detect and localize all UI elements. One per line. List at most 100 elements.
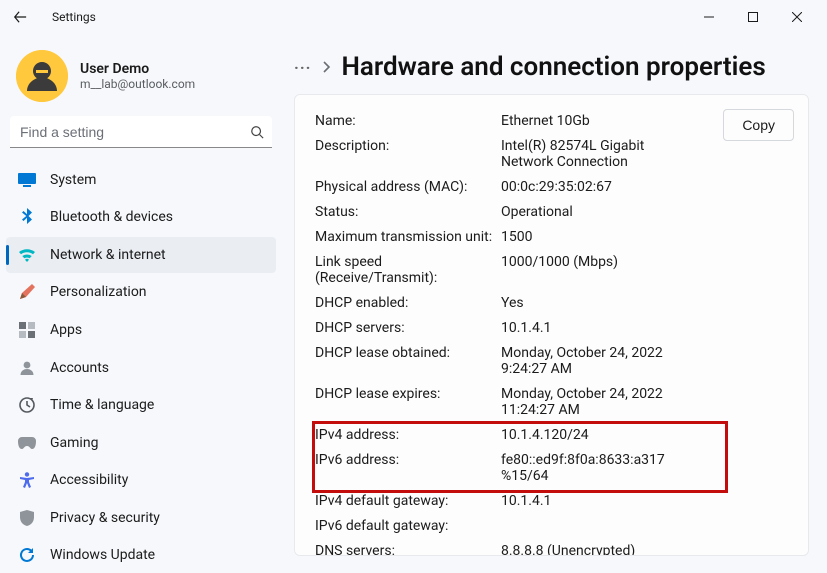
property-row: IPv4 default gateway:10.1.4.1 [315, 489, 723, 514]
nav-list: System Bluetooth & devices Network & inter… [6, 162, 276, 573]
privacy-icon [18, 509, 36, 527]
property-row: IPv6 address:fe80::ed9f:8f0a:8633:a317%1… [315, 448, 723, 489]
property-row: DNS servers:8.8.8.8 (Unencrypted) 8.8.4.… [315, 539, 723, 556]
property-label: DNS servers: [315, 543, 501, 556]
main-panel: ··· Hardware and connection properties N… [282, 34, 827, 573]
apps-icon [18, 321, 36, 339]
sidebar-item-label: Network & internet [50, 247, 166, 263]
property-label: Name: [315, 113, 501, 129]
property-value: Ethernet 10Gb [501, 113, 671, 129]
property-label: DHCP servers: [315, 320, 501, 336]
property-value [501, 518, 671, 534]
titlebar: Settings [0, 0, 827, 34]
minimize-icon [704, 12, 714, 22]
properties-card: Name:Ethernet 10GbDescription:Intel(R) 8… [294, 94, 809, 556]
property-row: IPv6 default gateway: [315, 514, 723, 539]
search-input[interactable] [10, 116, 272, 148]
sidebar-item-label: Privacy & security [50, 510, 160, 526]
sidebar-item-bluetooth[interactable]: Bluetooth & devices [6, 200, 276, 236]
property-value: Intel(R) 82574L Gigabit Network Connecti… [501, 138, 671, 170]
maximize-button[interactable] [731, 2, 775, 32]
network-icon [18, 246, 36, 264]
property-label: IPv6 address: [315, 452, 501, 484]
property-value: 1000/1000 (Mbps) [501, 254, 671, 286]
sidebar-item-label: Windows Update [50, 547, 155, 563]
back-arrow-icon [13, 10, 27, 24]
property-value: Monday, October 24, 2022 11:24:27 AM [501, 386, 671, 418]
property-row: IPv4 address:10.1.4.120/24 [315, 423, 723, 448]
sidebar-item-accounts[interactable]: Accounts [6, 350, 276, 386]
properties-list: Name:Ethernet 10GbDescription:Intel(R) 8… [315, 109, 723, 556]
sidebar-item-privacy[interactable]: Privacy & security [6, 500, 276, 536]
update-icon [18, 546, 36, 564]
accounts-icon [18, 359, 36, 377]
sidebar-item-label: Accounts [50, 360, 109, 376]
property-value: 10.1.4.120/24 [501, 427, 671, 443]
property-label: IPv4 address: [315, 427, 501, 443]
property-label: Physical address (MAC): [315, 179, 501, 195]
property-value: 1500 [501, 229, 671, 245]
sidebar: User Demo m__lab@outlook.com System Bluet… [0, 34, 282, 573]
sidebar-item-personalize[interactable]: Personalization [6, 275, 276, 311]
property-label: Status: [315, 204, 501, 220]
sidebar-item-system[interactable]: System [6, 162, 276, 198]
property-value: Monday, October 24, 2022 9:24:27 AM [501, 345, 671, 377]
sidebar-item-label: Personalization [50, 284, 147, 300]
close-button[interactable] [775, 2, 819, 32]
chevron-right-icon [321, 61, 331, 73]
sidebar-item-accessibility[interactable]: Accessibility [6, 462, 276, 498]
page-title: Hardware and connection properties [341, 52, 765, 82]
avatar [16, 50, 68, 102]
property-value: 8.8.8.8 (Unencrypted) 8.8.4.4 (Unencrypt… [501, 543, 671, 556]
accessibility-icon [18, 471, 36, 489]
sidebar-item-update[interactable]: Windows Update [6, 537, 276, 573]
gaming-icon [18, 434, 36, 452]
property-row: DHCP lease obtained:Monday, October 24, … [315, 341, 723, 382]
sidebar-item-label: Bluetooth & devices [50, 209, 173, 225]
property-label: Maximum transmission unit: [315, 229, 501, 245]
back-button[interactable] [8, 5, 32, 29]
window-title: Settings [52, 10, 96, 24]
personalize-icon [18, 283, 36, 301]
search-icon [250, 125, 264, 139]
minimize-button[interactable] [687, 2, 731, 32]
property-row: DHCP lease expires:Monday, October 24, 2… [315, 382, 723, 423]
property-label: DHCP lease expires: [315, 386, 501, 418]
sidebar-item-time[interactable]: Time & language [6, 387, 276, 423]
sidebar-item-gaming[interactable]: Gaming [6, 425, 276, 461]
property-value: 10.1.4.1 [501, 493, 671, 509]
breadcrumb-ellipsis[interactable]: ··· [294, 58, 311, 77]
user-email: m__lab@outlook.com [80, 77, 195, 91]
time-icon [18, 396, 36, 414]
close-icon [792, 12, 802, 22]
copy-button[interactable]: Copy [723, 109, 794, 141]
sidebar-item-label: System [50, 172, 96, 188]
breadcrumb-header: ··· Hardware and connection properties [288, 34, 827, 94]
sidebar-item-label: Accessibility [50, 472, 128, 488]
sidebar-item-network[interactable]: Network & internet [6, 237, 276, 273]
property-row: Name:Ethernet 10Gb [315, 109, 723, 134]
sidebar-item-label: Apps [50, 322, 82, 338]
property-row: Link speed (Receive/Transmit):1000/1000 … [315, 250, 723, 291]
property-row: DHCP servers:10.1.4.1 [315, 316, 723, 341]
property-row: Status:Operational [315, 200, 723, 225]
system-icon [18, 171, 36, 189]
property-row: Physical address (MAC):00:0c:29:35:02:67 [315, 175, 723, 200]
property-row: DHCP enabled:Yes [315, 291, 723, 316]
property-label: IPv4 default gateway: [315, 493, 501, 509]
bluetooth-icon [18, 208, 36, 226]
sidebar-item-label: Time & language [50, 397, 154, 413]
user-name: User Demo [80, 61, 195, 77]
sidebar-item-label: Gaming [50, 435, 98, 451]
maximize-icon [748, 12, 758, 22]
sidebar-item-apps[interactable]: Apps [6, 312, 276, 348]
property-value: Yes [501, 295, 671, 311]
property-label: Description: [315, 138, 501, 170]
property-value: 10.1.4.1 [501, 320, 671, 336]
property-label: DHCP enabled: [315, 295, 501, 311]
property-row: Description:Intel(R) 82574L Gigabit Netw… [315, 134, 723, 175]
property-label: IPv6 default gateway: [315, 518, 501, 534]
property-label: DHCP lease obtained: [315, 345, 501, 377]
search-wrap [10, 116, 272, 148]
user-account-block[interactable]: User Demo m__lab@outlook.com [6, 40, 276, 116]
